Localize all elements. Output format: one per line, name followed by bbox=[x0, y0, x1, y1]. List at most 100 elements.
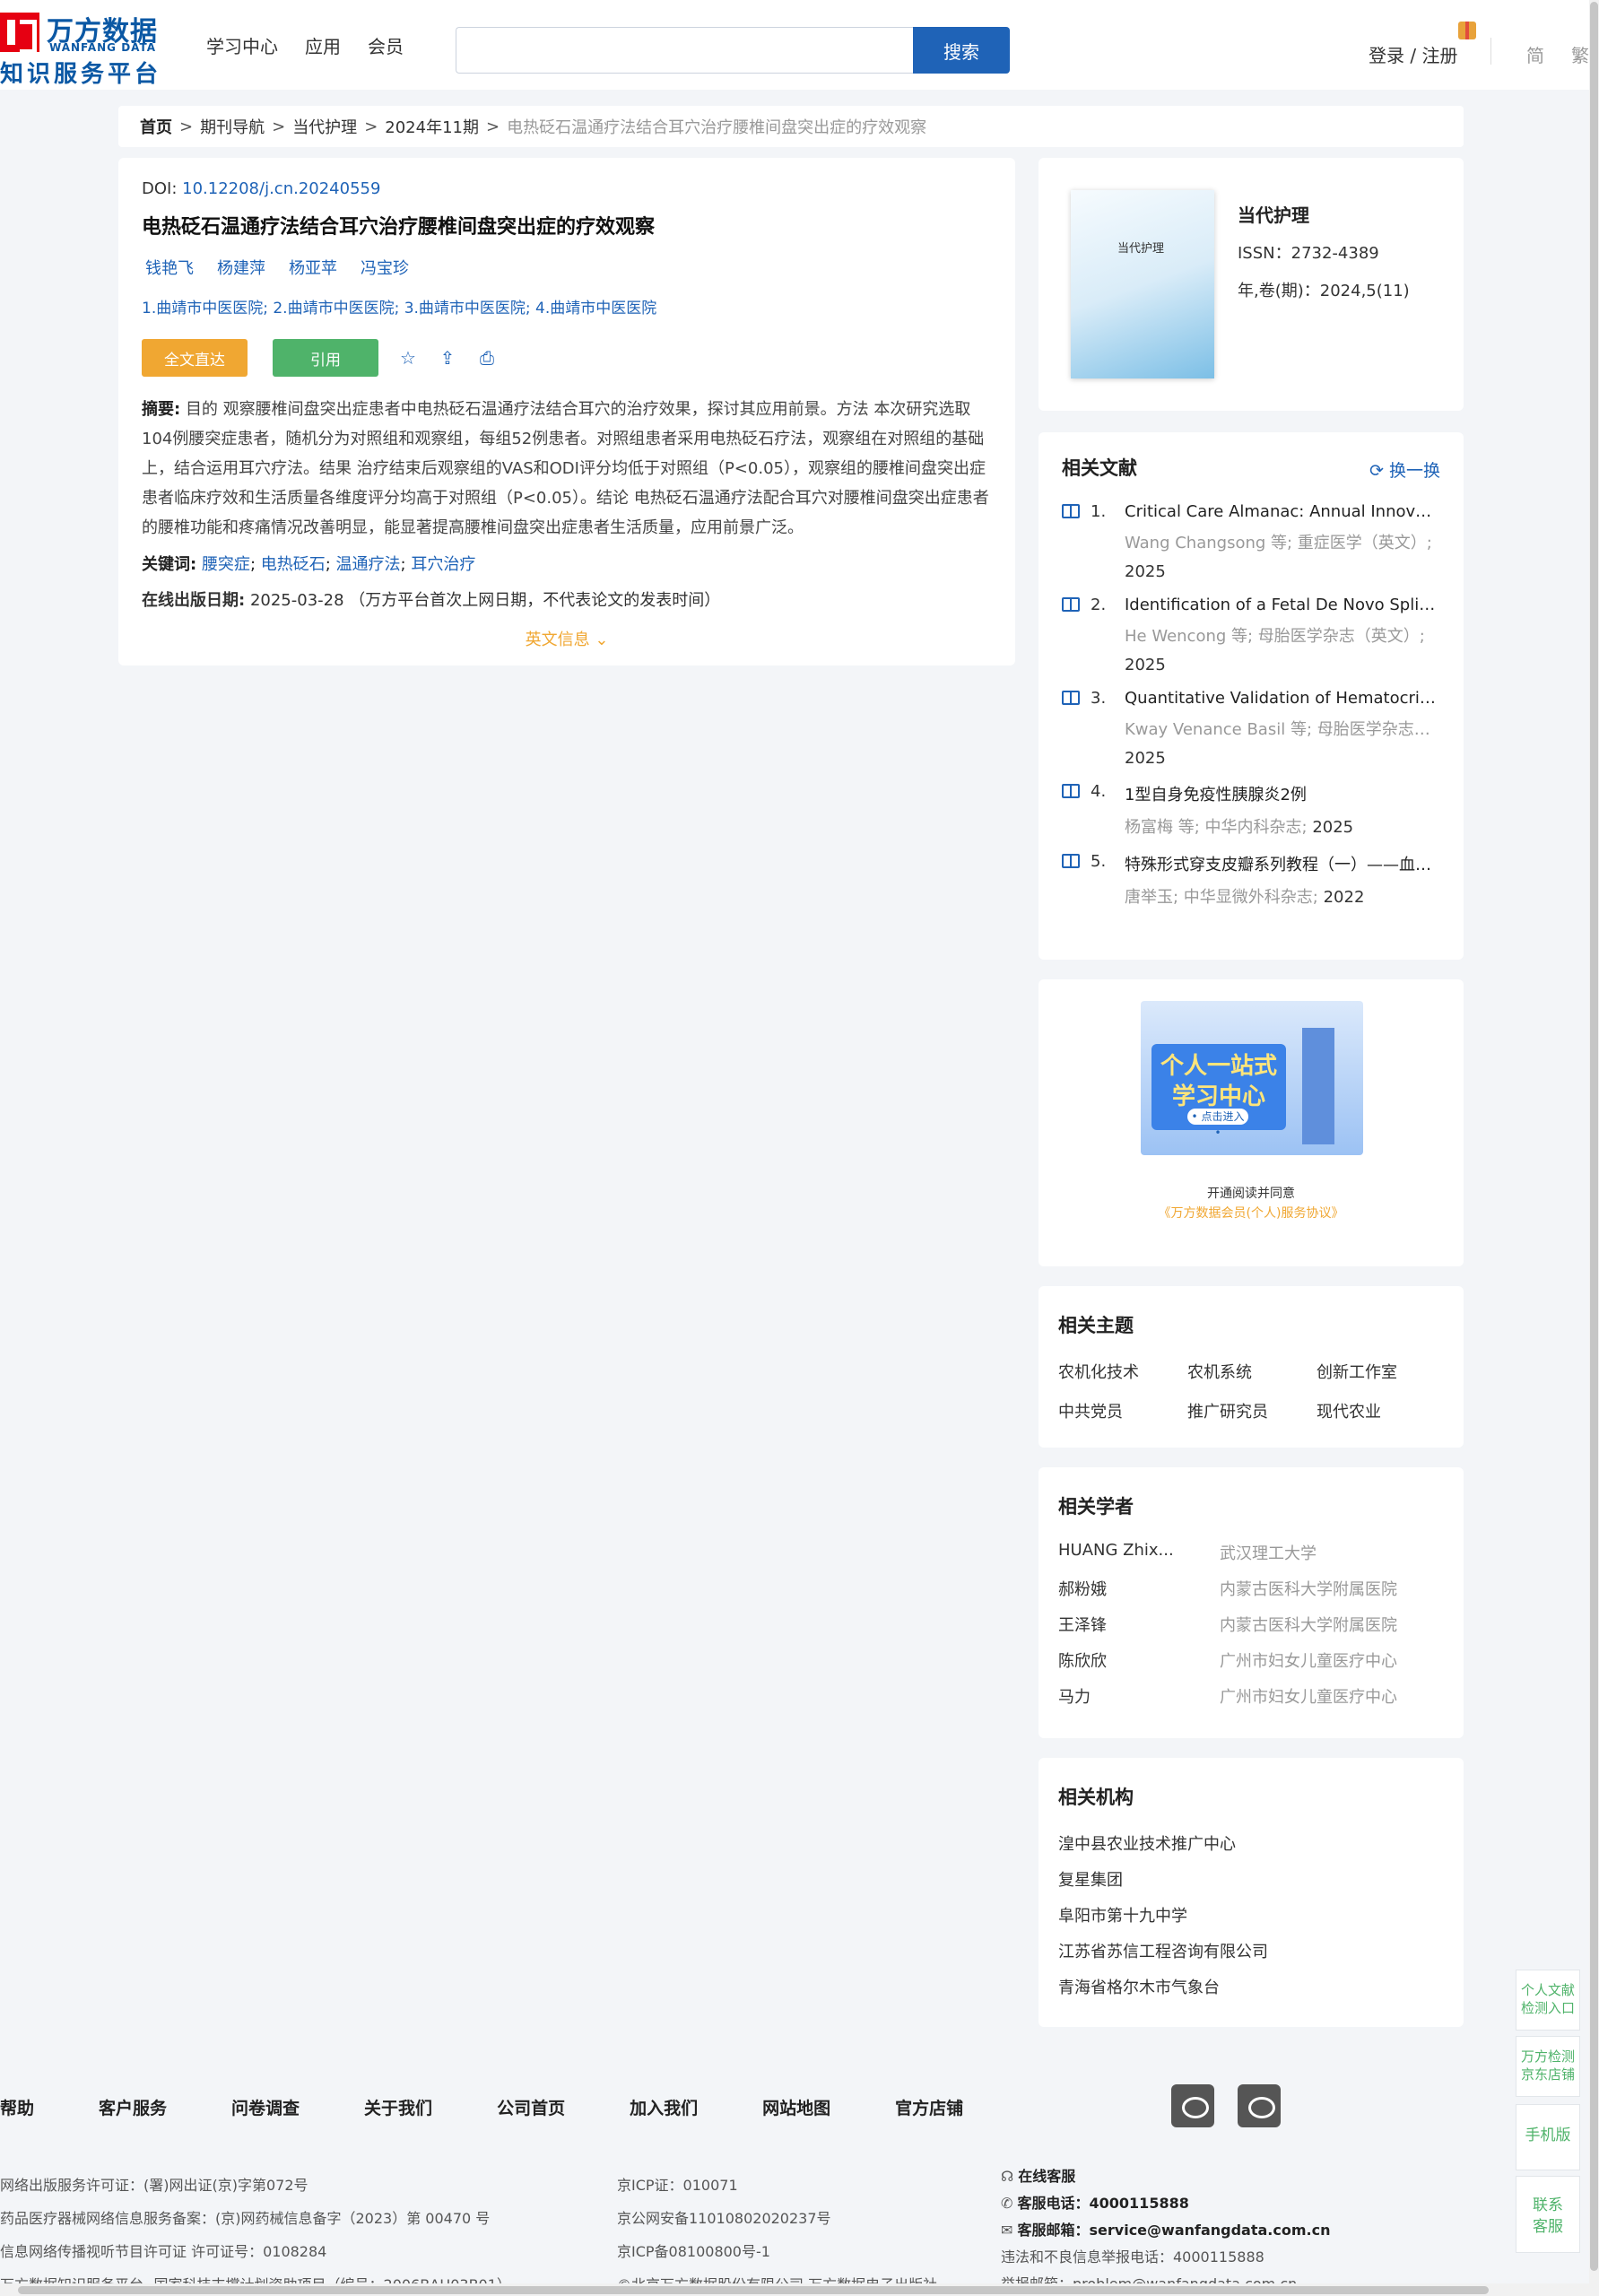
float-jd-store[interactable]: 万方检测 京东店铺 bbox=[1516, 2036, 1580, 2097]
institution-link[interactable]: 江苏省苏信工程咨询有限公司 bbox=[1058, 1939, 1444, 1975]
institution-link[interactable]: 复星集团 bbox=[1058, 1867, 1444, 1903]
scholar-row[interactable]: 马力 广州市妇女儿童医疗中心 bbox=[1058, 1684, 1444, 1720]
favorite-star-icon[interactable]: ☆ bbox=[398, 348, 418, 368]
journal-name[interactable]: 当代护理 bbox=[1238, 201, 1309, 227]
license-line: 药品医疗器械网络信息服务备案：(京)网药械信息备字（2023）第 00470 号 bbox=[0, 2210, 491, 2227]
icp-line[interactable]: 京ICP备08100800号-1 bbox=[617, 2235, 937, 2268]
vertical-scrollbar[interactable] bbox=[1589, 0, 1599, 2296]
print-icon[interactable]: ⎙ bbox=[477, 348, 497, 368]
nav-membership[interactable]: 会员 bbox=[368, 32, 404, 58]
ad-enter-button[interactable]: • 点击进入 • bbox=[1187, 1109, 1248, 1139]
icp-line[interactable]: 京ICP证：010071 bbox=[617, 2169, 937, 2202]
lang-traditional[interactable]: 繁 bbox=[1571, 41, 1589, 67]
list-item[interactable]: 2. Identification of a Fetal De Novo Spl… bbox=[1062, 596, 1440, 674]
institution-link[interactable]: 湟中县农业技术推广中心 bbox=[1058, 1831, 1444, 1867]
topic-link[interactable]: 推广研究员 bbox=[1187, 1399, 1317, 1422]
lang-simplified[interactable]: 简 bbox=[1526, 41, 1544, 67]
cite-button[interactable]: 引用 bbox=[273, 339, 378, 377]
breadcrumb-journal[interactable]: 当代护理 bbox=[292, 115, 357, 138]
breadcrumb-journal-nav[interactable]: 期刊导航 bbox=[200, 115, 265, 138]
icp-line[interactable]: 京公网安备11010802020237号 bbox=[617, 2202, 937, 2235]
author-link[interactable]: 杨建萍 bbox=[217, 256, 265, 279]
keyword-link[interactable]: 腰突症 bbox=[202, 555, 250, 574]
footer-link[interactable]: 加入我们 bbox=[630, 2095, 698, 2119]
item-title[interactable]: 特殊形式穿支皮瓣系列教程（一）——血流... bbox=[1125, 852, 1440, 875]
scholar-row[interactable]: 郝粉娥 内蒙古医科大学附属医院 bbox=[1058, 1577, 1444, 1613]
fulltext-button[interactable]: 全文直达 bbox=[142, 339, 248, 377]
ad-banner[interactable]: 个人一站式学习中心 • 点击进入 • bbox=[1141, 1001, 1363, 1155]
footer-link[interactable]: 问卷调查 bbox=[231, 2095, 300, 2119]
phone-value: 4000115888 bbox=[1089, 2195, 1189, 2212]
topic-link[interactable]: 农机系统 bbox=[1187, 1360, 1317, 1383]
footer-link[interactable]: 帮助 bbox=[0, 2095, 34, 2119]
gift-icon[interactable] bbox=[1458, 22, 1476, 39]
scholar-org: 广州市妇女儿童医疗中心 bbox=[1220, 1688, 1397, 1707]
float-label: 客服 bbox=[1533, 2218, 1563, 2236]
item-title[interactable]: Identification of a Fetal De Novo Splice… bbox=[1125, 596, 1440, 614]
breadcrumb-issue[interactable]: 2024年11期 bbox=[385, 115, 479, 138]
keyword-link[interactable]: 耳穴治疗 bbox=[411, 555, 475, 574]
topic-link[interactable]: 创新工作室 bbox=[1317, 1360, 1446, 1383]
email-value[interactable]: service@wanfangdata.com.cn bbox=[1090, 2222, 1331, 2239]
author-link[interactable]: 钱艳飞 bbox=[145, 256, 194, 279]
footer-link[interactable]: 网站地图 bbox=[762, 2095, 830, 2119]
list-item[interactable]: 4. 1型自身免疫性胰腺炎2例 杨富梅 等; 中华内科杂志; 2025 bbox=[1062, 782, 1440, 838]
topic-link[interactable]: 现代农业 bbox=[1317, 1399, 1446, 1422]
login-register-link[interactable]: 登录 / 注册 bbox=[1369, 41, 1457, 67]
member-agreement-link[interactable]: 《万方数据会员(个人)服务协议》 bbox=[1038, 1204, 1464, 1222]
scholar-row[interactable]: HUANG Zhix... 武汉理工大学 bbox=[1058, 1541, 1444, 1577]
item-title[interactable]: Critical Care Almanac: Annual Innovation… bbox=[1125, 502, 1440, 521]
affiliations[interactable]: 1.曲靖市中医医院; 2.曲靖市中医医院; 3.曲靖市中医医院; 4.曲靖市中医… bbox=[142, 295, 992, 317]
institution-link[interactable]: 阜阳市第十九中学 bbox=[1058, 1903, 1444, 1939]
scholar-row[interactable]: 王泽锋 内蒙古医科大学附属医院 bbox=[1058, 1613, 1444, 1648]
nav-apps[interactable]: 应用 bbox=[305, 32, 341, 58]
scholar-row[interactable]: 陈欣欣 广州市妇女儿童医疗中心 bbox=[1058, 1648, 1444, 1684]
scholar-org: 广州市妇女儿童医疗中心 bbox=[1220, 1652, 1397, 1671]
float-mobile[interactable]: 手机版 bbox=[1516, 2104, 1580, 2170]
scholar-name[interactable]: HUANG Zhix... bbox=[1058, 1541, 1220, 1560]
scholar-name[interactable]: 马力 bbox=[1058, 1684, 1220, 1708]
journal-issn: ISSN：2732-4389 bbox=[1238, 244, 1379, 263]
online-service[interactable]: ☊ 在线客服 bbox=[1001, 2163, 1330, 2190]
author-link[interactable]: 冯宝珍 bbox=[361, 256, 409, 279]
item-title[interactable]: Quantitative Validation of Hematocrit Pe… bbox=[1125, 689, 1440, 708]
horizontal-scrollbar[interactable] bbox=[0, 2283, 1589, 2296]
topic-link[interactable]: 农机化技术 bbox=[1058, 1360, 1187, 1383]
institution-link[interactable]: 青海省格尔木市气象台 bbox=[1058, 1975, 1444, 2011]
wechat-icon[interactable] bbox=[1238, 2084, 1281, 2127]
footer-link[interactable]: 客户服务 bbox=[99, 2095, 167, 2119]
item-title[interactable]: 1型自身免疫性胰腺炎2例 bbox=[1125, 782, 1440, 805]
scholar-name[interactable]: 王泽锋 bbox=[1058, 1613, 1220, 1636]
keyword-link[interactable]: 温通疗法 bbox=[336, 555, 401, 574]
refresh-button[interactable]: ⟳ 换一换 bbox=[1369, 457, 1440, 482]
weibo-icon[interactable] bbox=[1171, 2084, 1214, 2127]
author-link[interactable]: 杨亚苹 bbox=[289, 256, 337, 279]
institutions-title: 相关机构 bbox=[1058, 1787, 1134, 1808]
english-info-toggle[interactable]: 英文信息 ⌄ bbox=[142, 627, 992, 650]
float-literature-check[interactable]: 个人文献 检测入口 bbox=[1516, 1970, 1580, 2031]
online-service-label: 在线客服 bbox=[1018, 2168, 1076, 2185]
search-button[interactable]: 搜索 bbox=[913, 27, 1010, 74]
list-item[interactable]: 5. 特殊形式穿支皮瓣系列教程（一）——血流... 唐举玉; 中华显微外科杂志;… bbox=[1062, 852, 1440, 908]
footer-link[interactable]: 公司首页 bbox=[497, 2095, 565, 2119]
breadcrumb-home[interactable]: 首页 bbox=[140, 115, 172, 138]
share-icon[interactable]: ⇪ bbox=[438, 348, 457, 368]
float-contact-service[interactable]: 联系 客服 bbox=[1516, 2176, 1580, 2253]
report-phone: 违法和不良信息举报电话：4000115888 bbox=[1001, 2248, 1264, 2266]
wanfang-logo[interactable]: 万方数据 WANFANG DATA 知识服务平台 bbox=[0, 7, 170, 88]
scrollbar-thumb[interactable] bbox=[18, 2286, 1489, 2294]
keyword-link[interactable]: 电热砭石 bbox=[261, 555, 326, 574]
footer-link[interactable]: 关于我们 bbox=[364, 2095, 432, 2119]
scholar-name[interactable]: 郝粉娥 bbox=[1058, 1577, 1220, 1600]
doi-link[interactable]: 10.12208/j.cn.20240559 bbox=[182, 179, 380, 198]
topic-link[interactable]: 中共党员 bbox=[1058, 1399, 1187, 1422]
footer-link[interactable]: 官方店铺 bbox=[895, 2095, 963, 2119]
search-input[interactable] bbox=[456, 27, 913, 74]
list-item[interactable]: 1. Critical Care Almanac: Annual Innovat… bbox=[1062, 502, 1440, 581]
journal-cover[interactable]: 当代护理 bbox=[1071, 190, 1214, 378]
list-item[interactable]: 3. Quantitative Validation of Hematocrit… bbox=[1062, 689, 1440, 768]
nav-learning-center[interactable]: 学习中心 bbox=[206, 32, 278, 58]
scholar-name[interactable]: 陈欣欣 bbox=[1058, 1648, 1220, 1672]
scrollbar-thumb[interactable] bbox=[1590, 2, 1598, 2271]
scholar-org: 内蒙古医科大学附属医院 bbox=[1220, 1616, 1397, 1635]
